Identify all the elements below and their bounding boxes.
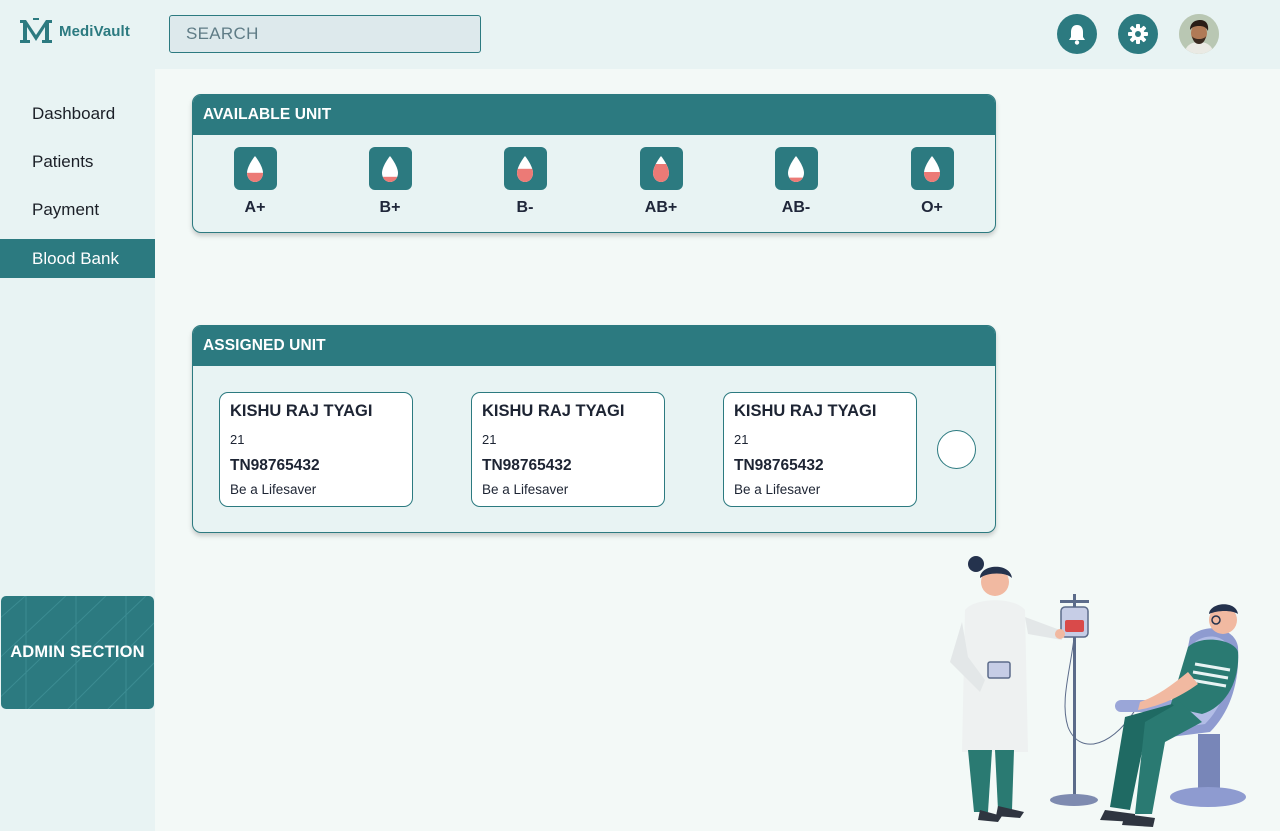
sidebar-item-blood-bank[interactable]: Blood Bank bbox=[0, 239, 155, 278]
donor-age: 21 bbox=[230, 432, 245, 447]
blood-level-fill bbox=[247, 172, 263, 182]
assigned-card[interactable]: KISHU RAJ TYAGI 21 TN98765432 Be a Lifes… bbox=[723, 392, 917, 507]
donor-name: KISHU RAJ TYAGI bbox=[482, 402, 625, 420]
blood-level-fill bbox=[653, 163, 669, 182]
available-unit-title: AVAILABLE UNIT bbox=[193, 95, 995, 135]
unit-o-positive[interactable]: O+ bbox=[902, 147, 962, 217]
avatar-photo-icon bbox=[1179, 14, 1219, 54]
notifications-button[interactable] bbox=[1057, 14, 1097, 54]
unit-label: O+ bbox=[921, 199, 943, 216]
blood-drop-icon bbox=[247, 155, 263, 182]
sidebar-item-dashboard[interactable]: Dashboard bbox=[0, 94, 155, 133]
unit-label: B- bbox=[516, 199, 534, 216]
unit-b-negative[interactable]: B- bbox=[495, 147, 555, 217]
assigned-card[interactable]: KISHU RAJ TYAGI 21 TN98765432 Be a Lifes… bbox=[471, 392, 665, 507]
blood-drop-tile bbox=[774, 147, 818, 190]
blood-level-fill bbox=[517, 168, 533, 182]
blood-drop-icon bbox=[517, 155, 533, 182]
top-bar: MediVault bbox=[0, 0, 1280, 69]
available-unit-panel: AVAILABLE UNIT A+ B+ B- AB+ AB- O+ bbox=[192, 94, 996, 233]
sidebar-item-patients[interactable]: Patients bbox=[0, 142, 155, 181]
brand-logo[interactable]: MediVault bbox=[19, 17, 130, 45]
settings-button[interactable] bbox=[1118, 14, 1158, 54]
blood-drop-tile bbox=[503, 147, 547, 190]
assigned-unit-title: ASSIGNED UNIT bbox=[193, 326, 995, 366]
blood-drop-icon bbox=[382, 155, 398, 182]
blood-drop-icon bbox=[924, 155, 940, 182]
medivault-logo-icon bbox=[20, 18, 52, 43]
blood-drop-tile bbox=[910, 147, 954, 190]
user-avatar[interactable] bbox=[1179, 14, 1219, 54]
assigned-card[interactable]: KISHU RAJ TYAGI 21 TN98765432 Be a Lifes… bbox=[219, 392, 413, 507]
unit-b-positive[interactable]: B+ bbox=[360, 147, 420, 217]
blood-level-fill bbox=[924, 171, 940, 182]
blood-drop-icon bbox=[788, 155, 804, 182]
blood-donation-illustration bbox=[950, 556, 1246, 827]
unit-ab-negative[interactable]: AB- bbox=[766, 147, 826, 217]
donor-id: TN98765432 bbox=[482, 457, 572, 474]
blood-drop-tile bbox=[639, 147, 683, 190]
unit-label: AB+ bbox=[644, 199, 678, 216]
donor-tagline: Be a Lifesaver bbox=[482, 482, 569, 497]
available-unit-list: A+ B+ B- AB+ AB- O+ bbox=[193, 135, 995, 232]
sidebar: Dashboard Patients Payment Blood Bank AD… bbox=[0, 69, 155, 831]
unit-label: A+ bbox=[244, 199, 266, 216]
donor-age: 21 bbox=[734, 432, 749, 447]
donor-name: KISHU RAJ TYAGI bbox=[734, 402, 877, 420]
donor-tagline: Be a Lifesaver bbox=[230, 482, 317, 497]
gear-icon bbox=[1128, 24, 1148, 44]
unit-label: AB- bbox=[781, 199, 811, 216]
admin-section-label: ADMIN SECTION bbox=[10, 643, 145, 661]
donor-name: KISHU RAJ TYAGI bbox=[230, 402, 373, 420]
admin-section-button[interactable]: ADMIN SECTION bbox=[1, 596, 154, 709]
unit-ab-positive[interactable]: AB+ bbox=[631, 147, 691, 217]
blood-drop-tile bbox=[368, 147, 412, 190]
unit-label: B+ bbox=[379, 199, 401, 216]
assigned-unit-list: KISHU RAJ TYAGI 21 TN98765432 Be a Lifes… bbox=[193, 366, 995, 532]
donor-age: 21 bbox=[482, 432, 497, 447]
blood-level-fill bbox=[382, 176, 398, 182]
donor-tagline: Be a Lifesaver bbox=[734, 482, 821, 497]
sidebar-item-payment[interactable]: Payment bbox=[0, 190, 155, 229]
search-input[interactable] bbox=[169, 15, 481, 53]
bell-icon bbox=[1069, 25, 1085, 45]
assigned-unit-panel: ASSIGNED UNIT KISHU RAJ TYAGI 21 TN98765… bbox=[192, 325, 996, 533]
blood-drop-icon bbox=[653, 155, 669, 182]
next-page-button[interactable] bbox=[937, 430, 976, 469]
donor-id: TN98765432 bbox=[230, 457, 320, 474]
blood-level-fill bbox=[788, 177, 804, 182]
unit-a-positive[interactable]: A+ bbox=[225, 147, 285, 217]
donor-id: TN98765432 bbox=[734, 457, 824, 474]
blood-drop-tile bbox=[233, 147, 277, 190]
brand-name: MediVault bbox=[59, 22, 130, 40]
